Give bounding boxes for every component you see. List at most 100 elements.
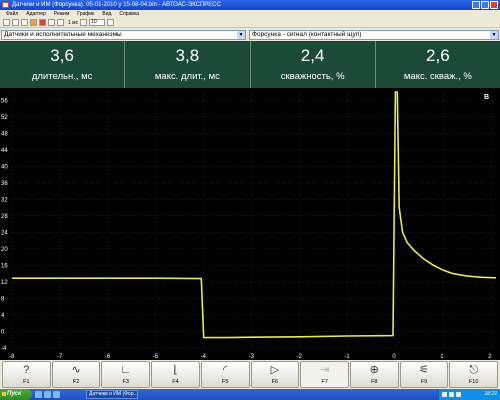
menu-adapter[interactable]: Адаптер <box>26 10 46 18</box>
step-arrow-icon: ⇥ <box>319 364 330 376</box>
fkey-label: F2 <box>72 379 80 385</box>
readout-duration: 3,6 длительн., мс <box>0 41 126 88</box>
window-title: Датчики и ИМ (Форсунка). 05-01-2010 у 15… <box>12 2 221 8</box>
readout-caption: длительн., мс <box>31 71 93 82</box>
network-icon[interactable] <box>442 392 447 397</box>
y-tick-label: 16 <box>1 263 8 269</box>
selector-row: Датчики и исполнительные механизмы ▼ Фор… <box>0 29 500 41</box>
open-folder-icon[interactable] <box>12 19 19 26</box>
volume-icon[interactable] <box>449 392 454 397</box>
chevron-down-icon[interactable]: ▼ <box>490 31 498 39</box>
group-select-value: Датчики и исполнительные механизмы <box>4 31 122 38</box>
stop-icon[interactable] <box>39 19 46 26</box>
desktop-icon[interactable] <box>44 391 51 398</box>
chart-svg[interactable]: 565248444036322824201612840-4-8 -7 -6 -5 -4-… <box>0 88 500 360</box>
app-icon <box>2 2 9 8</box>
readout-caption: макс. длит., мс <box>154 71 220 82</box>
fkey-label: F10 <box>468 379 479 385</box>
y-tick-label: -4 <box>1 346 7 352</box>
fkey-f2-button[interactable]: ∿ F2 <box>51 361 101 388</box>
media-icon[interactable] <box>53 391 60 398</box>
record-icon[interactable] <box>30 19 37 26</box>
fkey-label: F7 <box>321 379 328 385</box>
y-tick-label: 44 <box>1 148 8 154</box>
fkey-label: F8 <box>371 379 378 385</box>
fkey-label: F4 <box>172 379 179 385</box>
signal-select-value: Форсунка - сигнал (контактный щуп) <box>252 31 362 38</box>
language-icon[interactable] <box>456 392 461 397</box>
y-tick-label: 40 <box>1 164 8 170</box>
new-file-icon[interactable] <box>3 19 10 26</box>
fkey-f6-button[interactable]: ▷ F6 <box>250 361 300 388</box>
zoom-icon[interactable] <box>80 19 88 26</box>
start-button[interactable]: Пуск <box>0 389 32 400</box>
group-select[interactable]: Датчики и исполнительные механизмы ▼ <box>1 30 246 40</box>
menu-view[interactable]: Вид <box>102 10 111 18</box>
minimize-button[interactable] <box>472 1 480 9</box>
y-tick-label: 8 <box>1 296 5 302</box>
y-tick-label: 12 <box>1 280 8 286</box>
exit-icon: ⎋ <box>469 364 479 376</box>
pause-icon[interactable] <box>48 19 55 26</box>
fkey-f10-button[interactable]: ⎋ F10 <box>449 361 499 388</box>
fkey-f3-button[interactable]: ∟ F3 <box>101 361 151 388</box>
interval-label: 1 мс <box>68 19 79 26</box>
readout-caption: скважность, % <box>280 71 345 82</box>
fkey-f9-button[interactable]: ⚟ F9 <box>399 361 449 388</box>
fkey-f4-button[interactable]: ⌊ F4 <box>151 361 200 388</box>
fkey-f7-button[interactable]: ⇥ F7 <box>300 361 349 388</box>
y-tick-label: 32 <box>1 197 8 203</box>
fkey-f5-button[interactable]: ◜ F5 <box>200 361 250 388</box>
y-tick-label: 20 <box>1 247 8 253</box>
system-tray: 18:22 <box>438 389 500 400</box>
clock: 18:22 <box>484 391 497 397</box>
chevron-down-icon[interactable]: ▼ <box>237 31 245 39</box>
fkey-label: F6 <box>271 379 279 385</box>
y-tick-label: 52 <box>1 115 8 121</box>
corner-axis-icon: ⌊ <box>173 364 178 376</box>
maximize-button[interactable] <box>481 1 489 9</box>
fkey-label: F9 <box>420 379 428 385</box>
close-button[interactable] <box>490 1 498 9</box>
y-tick-label: 36 <box>1 181 8 187</box>
menu-mode[interactable]: Режим <box>54 10 69 18</box>
question-icon: ? <box>23 364 30 376</box>
readout-caption: макс. скваж., % <box>403 71 472 82</box>
taskbar-window-button[interactable]: Датчики и ИМ (Фор... <box>86 390 138 399</box>
readout-value: 2,6 <box>426 46 450 65</box>
scale-icon[interactable] <box>107 19 115 26</box>
axis-cursor-icon: ∟ <box>120 364 132 376</box>
browser-icon[interactable] <box>35 391 42 398</box>
save-icon[interactable] <box>21 19 28 26</box>
readout-value: 3,6 <box>50 46 74 65</box>
curve-cursor-icon: ∿ <box>71 364 81 376</box>
readout-value: 2,4 <box>300 46 325 65</box>
menu-help[interactable]: Справка <box>119 10 139 18</box>
play-icon: ▷ <box>270 364 280 376</box>
quick-launch <box>35 391 60 398</box>
readout-max-duty-cycle: 2,6 макс. скваж., % <box>376 41 500 88</box>
taskbar: Пуск Датчики и ИМ (Фор... 18:22 <box>0 389 500 400</box>
fkey-label: F5 <box>221 379 229 385</box>
readout-value: 3,8 <box>175 46 200 65</box>
window-titlebar[interactable]: Датчики и ИМ (Форсунка). 05-01-2010 у 15… <box>0 0 500 10</box>
unit-label: В <box>484 94 489 101</box>
fkey-f8-button[interactable]: ⊕ F8 <box>349 361 399 388</box>
y-tick-label: 24 <box>1 230 8 236</box>
fkey-label: F3 <box>122 379 129 385</box>
y-tick-label: 4 <box>1 313 5 319</box>
fkey-label: F1 <box>23 379 30 385</box>
interval-spinner[interactable]: 10 <box>89 19 106 26</box>
menu-graph[interactable]: График <box>77 10 94 18</box>
settings-icon[interactable] <box>57 19 64 26</box>
toolbar: 1 мс 10 <box>0 18 500 28</box>
crosshair-icon: ⊕ <box>369 364 379 376</box>
menu-file[interactable]: Файл <box>6 10 18 18</box>
readout-max-duration: 3,8 макс. длит., мс <box>125 41 251 88</box>
signal-select[interactable]: Форсунка - сигнал (контактный щуп) ▼ <box>249 30 499 40</box>
fkey-f1-button[interactable]: ? F1 <box>2 361 51 388</box>
readout-panel: 3,6 длительн., мс 3,8 макс. длит., мс 2,… <box>0 41 500 88</box>
oscilloscope-chart[interactable]: 56 52 48 44 40 36 32 28 24 20 16 12 8 4 0 -4 -8 -7 -6 -5 -4-… <box>0 88 500 360</box>
y-tick-label: 28 <box>1 214 8 220</box>
signal-trace <box>12 91 497 339</box>
